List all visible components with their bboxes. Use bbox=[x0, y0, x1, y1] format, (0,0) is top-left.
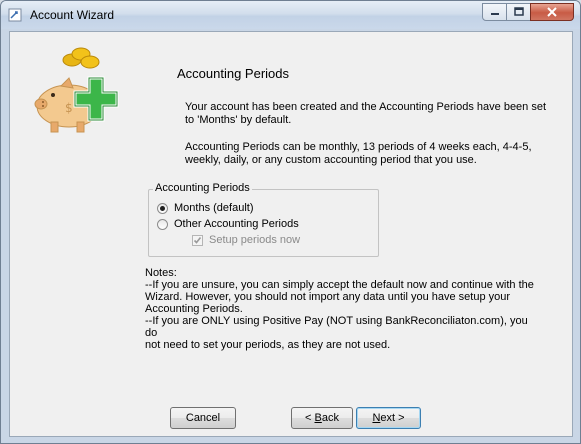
wizard-window-icon bbox=[8, 8, 22, 22]
window-title: Account Wizard bbox=[30, 8, 115, 22]
intro-text-line: Accounting Periods can be monthly, 13 pe… bbox=[185, 141, 532, 153]
notes-line: --If you are ONLY using Positive Pay (NO… bbox=[145, 315, 528, 339]
months-radio[interactable] bbox=[157, 202, 168, 214]
close-button[interactable] bbox=[530, 3, 574, 21]
notes-title: Notes: bbox=[145, 267, 177, 279]
svg-text:$: $ bbox=[65, 101, 73, 115]
intro-text-line: to 'Months' by default. bbox=[185, 114, 292, 126]
wizard-content: $ Accounting Periods Your account has be… bbox=[9, 31, 573, 437]
maximize-icon bbox=[513, 7, 524, 16]
setup-periods-checkbox[interactable] bbox=[192, 234, 203, 246]
months-radio-option[interactable]: Months (default) bbox=[157, 202, 253, 214]
close-icon bbox=[547, 7, 557, 17]
title-bar[interactable]: Account Wizard bbox=[1, 1, 580, 29]
minimize-icon bbox=[490, 13, 499, 15]
setup-periods-checkbox-option[interactable]: Setup periods now bbox=[192, 234, 300, 246]
accounting-periods-group: Accounting Periods Months (default) Othe… bbox=[148, 182, 379, 257]
other-periods-radio-option[interactable]: Other Accounting Periods bbox=[157, 218, 299, 230]
group-legend: Accounting Periods bbox=[153, 182, 252, 194]
months-radio-label: Months (default) bbox=[174, 202, 254, 214]
cancel-button-label: Cancel bbox=[185, 412, 221, 424]
account-wizard-window: Account Wizard $ Accounting Periods Your… bbox=[0, 0, 581, 444]
notes-line: Accounting Periods. bbox=[145, 303, 243, 315]
minimize-button[interactable] bbox=[482, 3, 507, 21]
intro-text-line: weekly, daily, or any custom accounting … bbox=[185, 154, 477, 166]
notes-line: Wizard. However, you should not import a… bbox=[145, 291, 511, 303]
next-button-label: Next > bbox=[372, 412, 405, 424]
maximize-button[interactable] bbox=[506, 3, 531, 21]
intro-text-line: Your account has been created and the Ac… bbox=[185, 101, 547, 113]
other-periods-radio[interactable] bbox=[157, 218, 168, 230]
page-title: Accounting Periods bbox=[177, 66, 290, 81]
caption-buttons bbox=[482, 3, 574, 22]
back-button[interactable]: < Back bbox=[291, 407, 353, 429]
back-button-label: < Back bbox=[305, 412, 339, 424]
checkmark-icon bbox=[193, 236, 202, 244]
other-periods-radio-label: Other Accounting Periods bbox=[174, 218, 299, 230]
piggy-bank-add-icon: $ bbox=[31, 42, 131, 142]
notes-section: Notes: --If you are unsure, you can simp… bbox=[145, 267, 535, 351]
cancel-button[interactable]: Cancel bbox=[170, 407, 236, 429]
notes-line: --If you are unsure, you can simply acce… bbox=[145, 279, 534, 291]
notes-line: not need to set your periods, as they ar… bbox=[145, 339, 391, 351]
next-button[interactable]: Next > bbox=[356, 407, 421, 429]
setup-periods-label: Setup periods now bbox=[209, 234, 301, 246]
